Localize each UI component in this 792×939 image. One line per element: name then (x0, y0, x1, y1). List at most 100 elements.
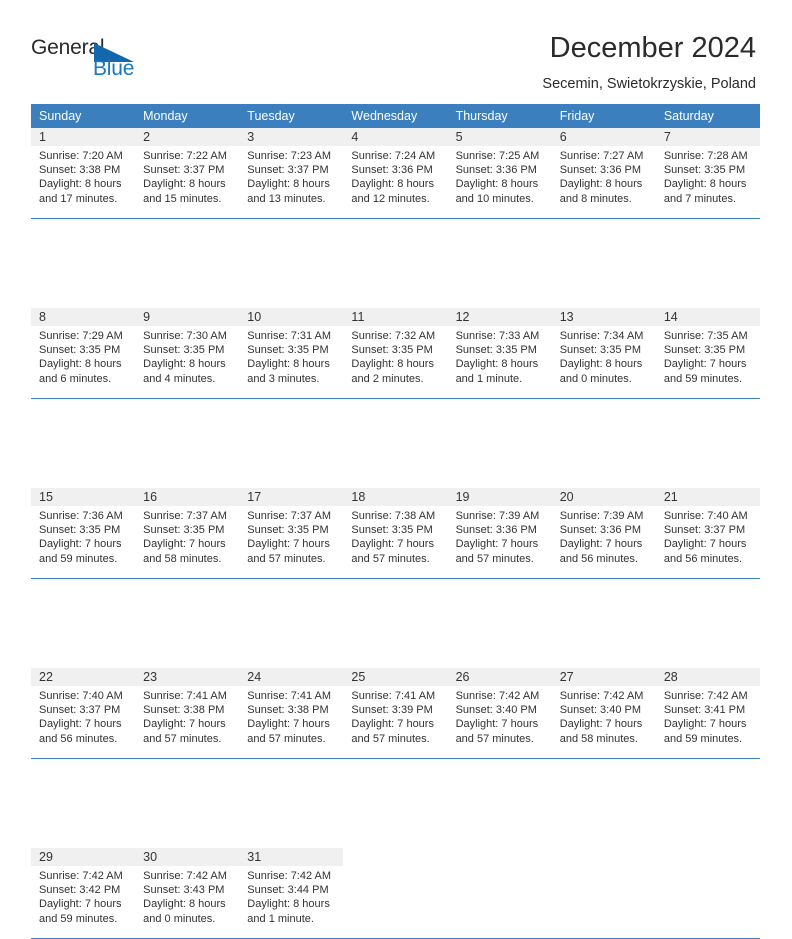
calendar-day-cell[interactable]: 2 Sunrise: 7:22 AM Sunset: 3:37 PM Daylight… (135, 128, 240, 219)
calendar-day-cell[interactable]: 24 Sunrise: 7:41 AM Sunset: 3:38 PM Dayligh… (239, 668, 344, 759)
day-daylight-line: and 57 minutes. (143, 732, 222, 745)
day-sunrise-line: Sunrise: 7:20 AM (39, 150, 123, 162)
day-number: 18 (343, 488, 448, 506)
day-sunset-line: Sunset: 3:35 PM (351, 344, 433, 357)
day-sunrise-line: Sunrise: 7:41 AM (247, 690, 332, 702)
day-sunset-line: Sunset: 3:36 PM (455, 524, 537, 537)
calendar-day-cell[interactable]: 29 Sunrise: 7:42 AM Sunset: 3:42 PM Dayligh… (31, 848, 136, 939)
calendar-day-cell[interactable]: 21 Sunrise: 7:40 AM Sunset: 3:37 PM Dayligh… (655, 488, 760, 579)
day-number (343, 848, 447, 866)
day-daylight-line: and 57 minutes. (247, 552, 326, 565)
calendar-day-cell[interactable]: 1 Sunrise: 7:20 AM Sunset: 3:38 PM Daylight… (31, 128, 136, 219)
calendar-day-cell[interactable]: 5 Sunrise: 7:25 AM Sunset: 3:36 PM Daylight… (447, 128, 552, 219)
calendar-day-cell[interactable]: 16 Sunrise: 7:37 AM Sunset: 3:35 PM Dayligh… (135, 488, 240, 579)
day-daylight-line: and 57 minutes. (455, 732, 534, 745)
calendar-day-cell[interactable]: 31 Sunrise: 7:42 AM Sunset: 3:44 PM Dayligh… (239, 848, 344, 939)
calendar-day-cell[interactable]: 10 Sunrise: 7:31 AM Sunset: 3:35 PM Dayligh… (239, 308, 344, 399)
day-number: 25 (343, 668, 448, 686)
calendar-day-cell[interactable]: 26 Sunrise: 7:42 AM Sunset: 3:40 PM Dayligh… (447, 668, 552, 759)
day-number (656, 848, 760, 866)
page-subtitle-location: Secemin, Swietokrzyskie, Poland (542, 76, 756, 92)
calendar-day-cell[interactable]: 28 Sunrise: 7:42 AM Sunset: 3:41 PM Dayligh… (655, 668, 760, 759)
day-sunrise-line: Sunrise: 7:37 AM (247, 510, 332, 522)
calendar-empty-cell (655, 848, 760, 939)
day-cell-content: 27 Sunrise: 7:42 AM Sunset: 3:40 PM Dayligh… (551, 668, 656, 758)
day-sun-info: Sunrise: 7:31 AM Sunset: 3:35 PM Daylight:… (239, 326, 343, 386)
calendar-day-cell[interactable]: 25 Sunrise: 7:41 AM Sunset: 3:39 PM Dayligh… (343, 668, 448, 759)
day-number: 20 (551, 488, 656, 506)
calendar-day-cell[interactable]: 19 Sunrise: 7:39 AM Sunset: 3:36 PM Dayligh… (447, 488, 552, 579)
day-sun-info: Sunrise: 7:42 AM Sunset: 3:42 PM Daylight:… (31, 866, 135, 926)
day-daylight-line: Daylight: 7 hours (663, 358, 747, 371)
day-sunrise-line: Sunrise: 7:32 AM (351, 330, 436, 342)
calendar-day-cell[interactable]: 20 Sunrise: 7:39 AM Sunset: 3:36 PM Dayligh… (551, 488, 656, 579)
week-spacer (31, 398, 760, 488)
day-cell-content: 7 Sunrise: 7:28 AM Sunset: 3:35 PM Daylight… (655, 128, 760, 218)
day-sun-info: Sunrise: 7:42 AM Sunset: 3:41 PM Daylight:… (656, 686, 760, 746)
weekday-header-wednesday: Wednesday (343, 104, 448, 128)
calendar-empty-cell (551, 848, 656, 939)
day-sun-info (552, 866, 656, 869)
calendar-day-cell[interactable]: 12 Sunrise: 7:33 AM Sunset: 3:35 PM Dayligh… (447, 308, 552, 399)
day-cell-content: 30 Sunrise: 7:42 AM Sunset: 3:43 PM Dayligh… (135, 848, 240, 938)
day-sunset-line: Sunset: 3:42 PM (39, 884, 121, 897)
day-daylight-line: and 56 minutes. (559, 552, 638, 565)
calendar-day-cell[interactable]: 14 Sunrise: 7:35 AM Sunset: 3:35 PM Dayligh… (655, 308, 760, 399)
day-sun-info: Sunrise: 7:36 AM Sunset: 3:35 PM Daylight:… (31, 506, 135, 566)
day-number (552, 848, 656, 866)
day-cell-content: 18 Sunrise: 7:38 AM Sunset: 3:35 PM Dayligh… (343, 488, 448, 578)
calendar-day-cell[interactable]: 9 Sunrise: 7:30 AM Sunset: 3:35 PM Daylight… (135, 308, 240, 399)
day-daylight-line: and 3 minutes. (247, 372, 320, 385)
day-daylight-line: Daylight: 8 hours (143, 178, 226, 191)
day-daylight-line: Daylight: 7 hours (559, 718, 643, 731)
calendar-week-row: 15 Sunrise: 7:36 AM Sunset: 3:35 PM Dayligh… (31, 488, 760, 579)
day-daylight-line: Daylight: 7 hours (143, 538, 226, 551)
calendar-day-cell[interactable]: 22 Sunrise: 7:40 AM Sunset: 3:37 PM Dayligh… (31, 668, 136, 759)
day-cell-content: 31 Sunrise: 7:42 AM Sunset: 3:44 PM Dayligh… (239, 848, 344, 938)
day-sun-info: Sunrise: 7:41 AM Sunset: 3:38 PM Daylight:… (239, 686, 343, 746)
calendar-day-cell[interactable]: 8 Sunrise: 7:29 AM Sunset: 3:35 PM Daylight… (31, 308, 136, 399)
day-daylight-line: and 59 minutes. (39, 912, 118, 925)
day-daylight-line: Daylight: 8 hours (143, 898, 226, 911)
day-sunset-line: Sunset: 3:35 PM (247, 344, 329, 357)
day-sun-info: Sunrise: 7:41 AM Sunset: 3:38 PM Daylight:… (135, 686, 239, 746)
calendar-day-cell[interactable]: 3 Sunrise: 7:23 AM Sunset: 3:37 PM Daylight… (239, 128, 344, 219)
calendar-day-cell[interactable]: 6 Sunrise: 7:27 AM Sunset: 3:36 PM Daylight… (551, 128, 656, 219)
day-cell-content: 17 Sunrise: 7:37 AM Sunset: 3:35 PM Dayligh… (239, 488, 344, 578)
day-daylight-line: Daylight: 8 hours (39, 178, 122, 191)
day-sun-info: Sunrise: 7:37 AM Sunset: 3:35 PM Daylight:… (135, 506, 239, 566)
calendar-day-cell[interactable]: 7 Sunrise: 7:28 AM Sunset: 3:35 PM Daylight… (655, 128, 760, 219)
calendar-day-cell[interactable]: 11 Sunrise: 7:32 AM Sunset: 3:35 PM Dayligh… (343, 308, 448, 399)
day-daylight-line: and 57 minutes. (351, 552, 430, 565)
day-cell-content: 22 Sunrise: 7:40 AM Sunset: 3:37 PM Dayligh… (31, 668, 136, 758)
calendar-day-cell[interactable]: 15 Sunrise: 7:36 AM Sunset: 3:35 PM Dayligh… (31, 488, 136, 579)
day-daylight-line: Daylight: 7 hours (663, 538, 747, 551)
day-cell-content: 8 Sunrise: 7:29 AM Sunset: 3:35 PM Daylight… (31, 308, 136, 398)
calendar-day-cell[interactable]: 4 Sunrise: 7:24 AM Sunset: 3:36 PM Daylight… (343, 128, 448, 219)
calendar-day-cell[interactable]: 18 Sunrise: 7:38 AM Sunset: 3:35 PM Dayligh… (343, 488, 448, 579)
day-number: 5 (447, 128, 552, 146)
day-cell-content: 20 Sunrise: 7:39 AM Sunset: 3:36 PM Dayligh… (551, 488, 656, 578)
day-sun-info: Sunrise: 7:42 AM Sunset: 3:43 PM Daylight:… (135, 866, 239, 926)
calendar-day-cell[interactable]: 30 Sunrise: 7:42 AM Sunset: 3:43 PM Dayligh… (135, 848, 240, 939)
calendar-week-row: 22 Sunrise: 7:40 AM Sunset: 3:37 PM Dayligh… (31, 668, 760, 759)
day-sunset-line: Sunset: 3:37 PM (247, 164, 329, 177)
calendar-day-cell[interactable]: 27 Sunrise: 7:42 AM Sunset: 3:40 PM Dayligh… (551, 668, 656, 759)
day-sunrise-line: Sunrise: 7:42 AM (559, 690, 644, 702)
day-sunrise-line: Sunrise: 7:42 AM (455, 690, 540, 702)
day-daylight-line: and 1 minute. (247, 912, 314, 925)
calendar-day-cell[interactable]: 23 Sunrise: 7:41 AM Sunset: 3:38 PM Dayligh… (135, 668, 240, 759)
calendar-day-cell[interactable]: 13 Sunrise: 7:34 AM Sunset: 3:35 PM Dayligh… (551, 308, 656, 399)
day-sunrise-line: Sunrise: 7:42 AM (143, 870, 227, 882)
day-cell-content: 24 Sunrise: 7:41 AM Sunset: 3:38 PM Dayligh… (239, 668, 344, 758)
day-sunrise-line: Sunrise: 7:40 AM (663, 510, 748, 522)
day-sunset-line: Sunset: 3:35 PM (39, 524, 121, 537)
day-sunset-line: Sunset: 3:38 PM (39, 164, 121, 177)
day-number: 8 (31, 308, 136, 326)
day-number: 30 (135, 848, 240, 866)
day-daylight-line: Daylight: 7 hours (39, 538, 122, 551)
day-daylight-line: Daylight: 8 hours (247, 898, 330, 911)
week-spacer-cell (31, 578, 760, 668)
day-daylight-line: Daylight: 8 hours (455, 358, 539, 371)
calendar-day-cell[interactable]: 17 Sunrise: 7:37 AM Sunset: 3:35 PM Dayligh… (239, 488, 344, 579)
